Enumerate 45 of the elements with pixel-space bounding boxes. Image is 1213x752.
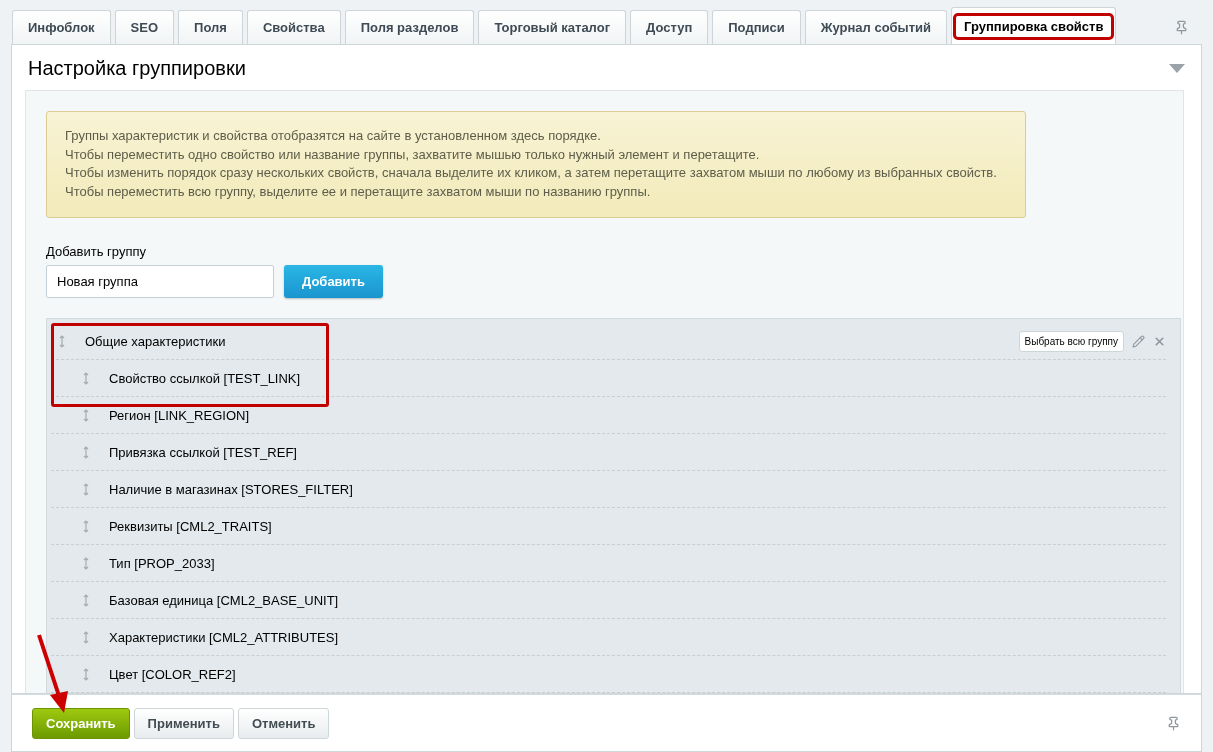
drag-handle-icon[interactable]	[83, 519, 89, 533]
footer-button[interactable]: Применить	[133, 707, 234, 739]
tab[interactable]: Поля	[178, 10, 243, 44]
property-name[interactable]: Свойство ссылкой [TEST_LINK]	[109, 370, 301, 386]
tab[interactable]: Торговый каталог	[478, 10, 627, 44]
property-name[interactable]: Привязка ссылкой [TEST_REF]	[109, 444, 297, 460]
tab[interactable]: Журнал событий	[804, 10, 948, 44]
group-name[interactable]: Общие характеристики	[85, 333, 226, 349]
drag-handle-icon[interactable]	[83, 556, 89, 570]
property-name[interactable]: Наличие в магазинах [STORES_FILTER]	[109, 481, 353, 497]
property-name[interactable]: Регион [LINK_REGION]	[109, 407, 249, 423]
notice-line: Чтобы переместить всю группу, выделите ее и перетащите захватом мыши по названию группы.	[65, 182, 652, 201]
close-icon[interactable]	[1153, 334, 1166, 348]
group-name-field[interactable]: Новая группа	[46, 265, 274, 298]
pin-icon[interactable]	[1174, 20, 1189, 35]
tab[interactable]: SEO	[114, 10, 175, 44]
field-label: Добавить группу	[46, 244, 147, 259]
notice-line: Чтобы переместить одно свойство или название группы, захватите мышью только нужный элемент и перетащите.	[65, 145, 761, 164]
select-group-button[interactable]: Выбрать всю группу	[1018, 330, 1124, 352]
drag-handle-icon[interactable]	[59, 334, 65, 348]
section-title: Настройка группировки	[28, 57, 246, 80]
tab[interactable]: Подписи	[712, 10, 801, 44]
property-name[interactable]: Базовая единица [CML2_BASE_UNIT]	[109, 592, 339, 608]
drag-handle-icon[interactable]	[83, 371, 89, 385]
drag-handle-icon[interactable]	[83, 630, 89, 644]
property-name[interactable]: Цвет [COLOR_REF2]	[109, 666, 236, 682]
drag-handle-icon[interactable]	[83, 408, 89, 422]
tab[interactable]: Инфоблок	[12, 10, 111, 44]
notice-line: Чтобы изменить порядок сразу нескольких свойств, сначала выделите их кликом, а затем перетащите захватом мыши по любому из выбранных свойств.	[65, 164, 998, 182]
drag-handle-icon[interactable]	[83, 593, 89, 607]
edit-icon[interactable]	[1132, 334, 1145, 348]
drag-handle-icon[interactable]	[83, 667, 89, 681]
notice-line: Группы характеристик и свойства отобразятся на сайте в установленном здесь порядке.	[65, 127, 602, 145]
tab[interactable]: Доступ	[630, 10, 709, 44]
tab[interactable]: Поля разделов	[344, 10, 475, 44]
property-name[interactable]: Тип [PROP_2033]	[109, 555, 215, 571]
drag-handle-icon[interactable]	[83, 445, 89, 459]
pin-icon[interactable]	[1166, 715, 1181, 731]
drag-handle-icon[interactable]	[83, 482, 89, 496]
property-name[interactable]: Характеристики [CML2_ATTRIBUTES]	[109, 629, 339, 645]
property-name[interactable]: Реквизиты [CML2_TRAITS]	[109, 518, 272, 534]
tab[interactable]: Свойства	[246, 10, 341, 44]
tab[interactable]: Группировка свойств	[951, 7, 1117, 44]
collapse-icon[interactable]	[1169, 64, 1185, 73]
footer-button[interactable]: Отменить	[237, 707, 330, 739]
